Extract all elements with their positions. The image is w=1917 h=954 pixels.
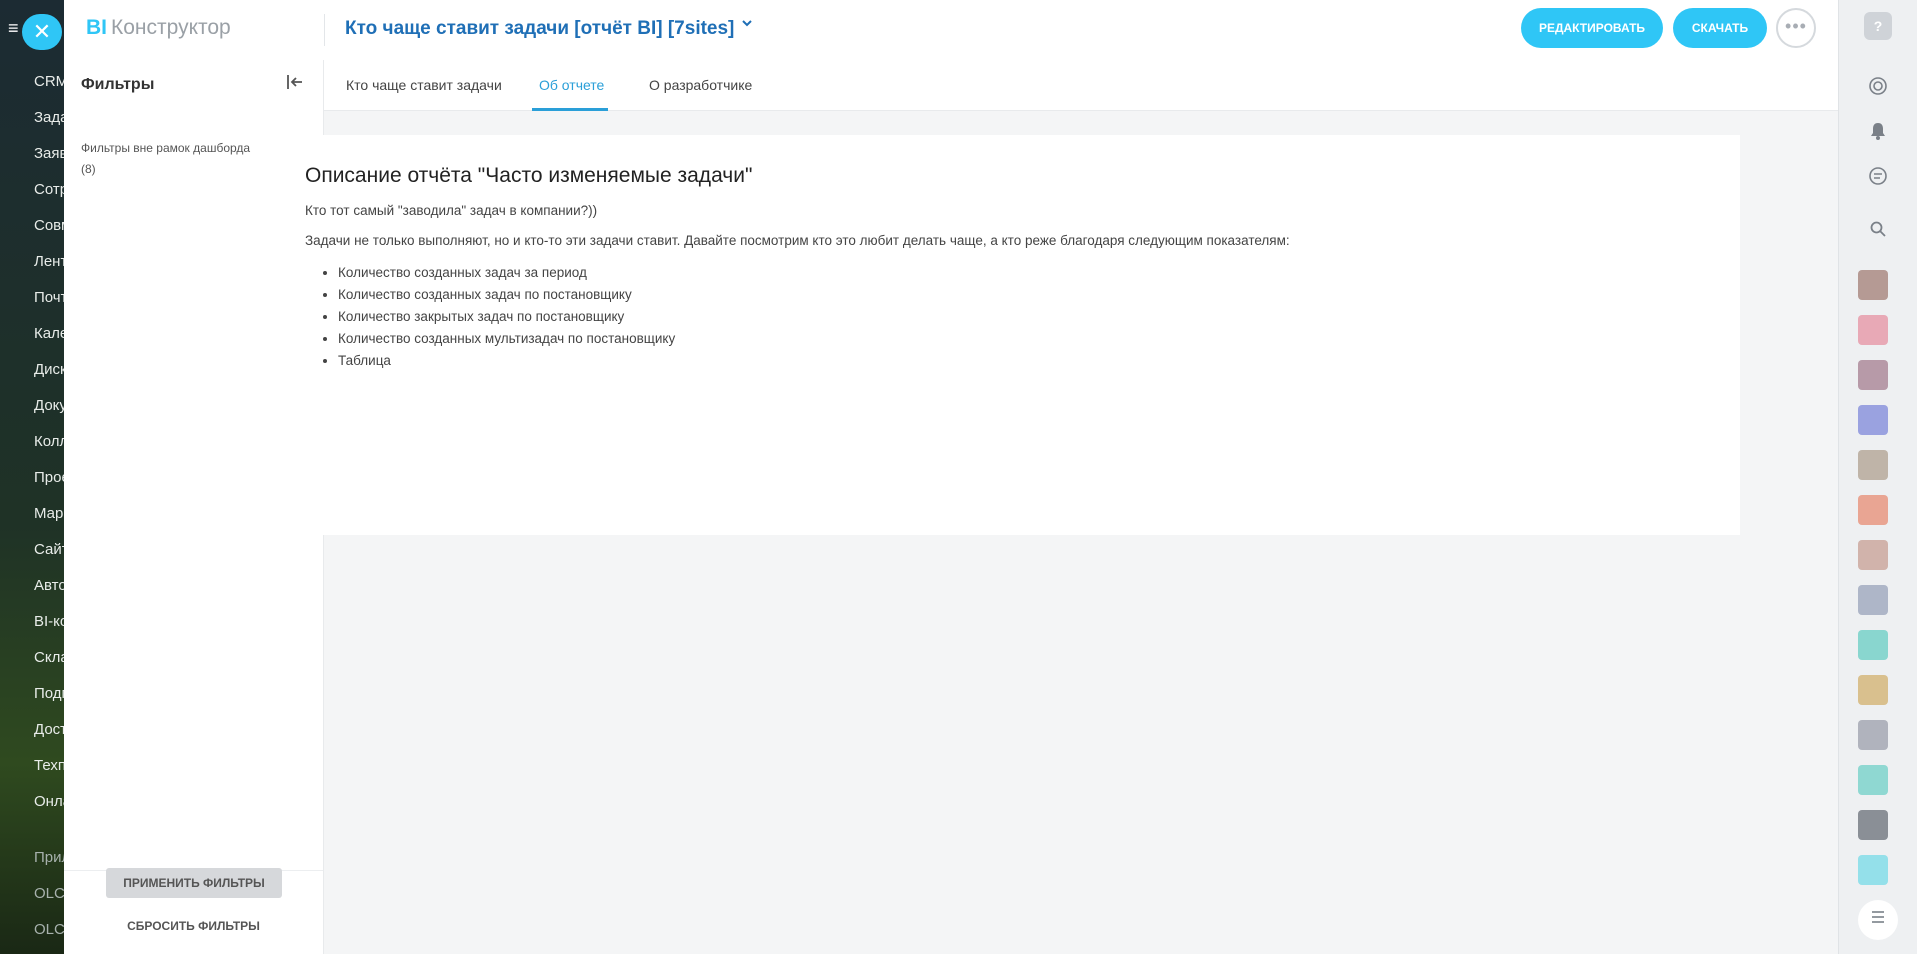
- avatar[interactable]: [1858, 720, 1888, 750]
- logo-bi: BI: [86, 16, 107, 39]
- avatar[interactable]: [1858, 855, 1888, 885]
- background-nav-item[interactable]: OLCRM: [34, 876, 64, 912]
- report-description-card: Описание отчёта "Часто изменяемые задачи…: [292, 135, 1740, 535]
- background-nav-item[interactable]: Совместная: [34, 208, 64, 244]
- apply-filters-button[interactable]: ПРИМЕНИТЬ ФИЛЬТРЫ: [106, 868, 282, 898]
- filter-group-label: Фильтры вне рамок дашборда: [81, 141, 251, 155]
- background-nav-item[interactable]: Календарь: [34, 316, 64, 352]
- background-nav-item[interactable]: Подписка: [34, 676, 64, 712]
- tab-about-developer[interactable]: О разработчике: [649, 77, 752, 93]
- list-item: Количество созданных задач по постановщи…: [338, 284, 675, 306]
- filter-group-outside-dashboard[interactable]: Фильтры вне рамок дашборда (8): [81, 138, 271, 180]
- avatar[interactable]: [1858, 495, 1888, 525]
- background-nav-item[interactable]: Почта: [34, 280, 64, 316]
- report-intro-text: Кто тот самый "заводила" задач в компани…: [305, 203, 598, 218]
- bi-constructor-logo: BI Конструктор: [86, 16, 231, 40]
- tab-about-report[interactable]: Об отчете: [539, 77, 604, 93]
- background-nav-item[interactable]: Заявки: [34, 136, 64, 172]
- background-nav-item[interactable]: Диск: [34, 352, 64, 388]
- tab-who-sets-tasks[interactable]: Кто чаще ставит задачи: [346, 77, 502, 93]
- background-nav-item[interactable]: BI-конструктор: [34, 604, 64, 640]
- right-bar: ?: [1838, 0, 1917, 954]
- search-icon[interactable]: [1863, 219, 1893, 249]
- header-divider: [324, 14, 325, 46]
- background-nav-item[interactable]: Приложения: [34, 840, 64, 876]
- background-nav-item[interactable]: Онлайн: [34, 784, 64, 820]
- background-nav-item[interactable]: Сотрудники: [34, 172, 64, 208]
- help-icon[interactable]: ?: [1864, 12, 1892, 40]
- chat-icon[interactable]: [1863, 166, 1893, 196]
- indicator-list: Количество созданных задач за период Кол…: [338, 262, 675, 372]
- filters-footer: ПРИМЕНИТЬ ФИЛЬТРЫ СБРОСИТЬ ФИЛЬТРЫ: [64, 868, 323, 954]
- background-nav-item[interactable]: Склад: [34, 640, 64, 676]
- avatar[interactable]: [1858, 675, 1888, 705]
- background-nav-item[interactable]: Лента: [34, 244, 64, 280]
- avatar[interactable]: [1858, 540, 1888, 570]
- menu-burger-icon[interactable]: ≡: [8, 18, 19, 39]
- copilot-icon[interactable]: [1863, 76, 1893, 106]
- report-description-heading: Описание отчёта "Часто изменяемые задачи…: [305, 164, 753, 187]
- avatar[interactable]: [1858, 585, 1888, 615]
- avatar[interactable]: [1858, 450, 1888, 480]
- active-tab-indicator: [532, 108, 608, 111]
- report-description-text: Задачи не только выполняют, но и кто-то …: [305, 233, 1290, 248]
- report-tabs: Кто чаще ставит задачи Об отчете О разра…: [324, 60, 1838, 111]
- background-nav-item[interactable]: Сайты: [34, 532, 64, 568]
- background-nav: ≡ CRMЗадачиЗаявкиСотрудникиСовместнаяЛен…: [0, 0, 70, 954]
- more-button[interactable]: •••: [1776, 8, 1816, 48]
- report-title[interactable]: Кто чаще ставит задачи [отчёт BI] [7site…: [345, 18, 734, 40]
- list-item: Количество созданных задач за период: [338, 262, 675, 284]
- avatar[interactable]: [1858, 810, 1888, 840]
- list-item: Количество закрытых задач по постановщик…: [338, 306, 675, 328]
- avatar[interactable]: [1858, 360, 1888, 390]
- filter-group-count: (8): [81, 162, 96, 176]
- reset-filters-button[interactable]: СБРОСИТЬ ФИЛЬТРЫ: [64, 919, 323, 933]
- collapse-sidebar-icon[interactable]: [285, 72, 305, 97]
- background-nav-item[interactable]: CRM: [34, 64, 64, 100]
- avatar[interactable]: [1858, 315, 1888, 345]
- list-item: Таблица: [338, 350, 675, 372]
- background-nav-item[interactable]: OLCRM: [34, 912, 64, 948]
- list-icon[interactable]: [1858, 900, 1898, 940]
- background-nav-item[interactable]: Техподдержка: [34, 748, 64, 784]
- list-item: Количество созданных мультизадач по пост…: [338, 328, 675, 350]
- close-slider-button[interactable]: ✕: [22, 14, 62, 50]
- background-nav-item[interactable]: Автоматизация: [34, 568, 64, 604]
- chevron-down-icon[interactable]: [740, 16, 754, 35]
- filters-sidebar: Фильтры Фильтры вне рамок дашборда (8) П…: [64, 60, 324, 954]
- background-nav-item[interactable]: Маркетинг: [34, 496, 64, 532]
- background-nav-item[interactable]: Проекты: [34, 460, 64, 496]
- bell-icon[interactable]: [1863, 121, 1893, 151]
- background-nav-item[interactable]: Коллаборации: [34, 424, 64, 460]
- background-nav-item[interactable]: Доступы: [34, 712, 64, 748]
- edit-button[interactable]: РЕДАКТИРОВАТЬ: [1521, 8, 1663, 48]
- avatar[interactable]: [1858, 765, 1888, 795]
- filters-title: Фильтры: [81, 76, 155, 93]
- avatar[interactable]: [1858, 405, 1888, 435]
- download-button[interactable]: СКАЧАТЬ: [1673, 8, 1767, 48]
- avatar[interactable]: [1858, 630, 1888, 660]
- top-bar: BI Конструктор Кто чаще ставит задачи [от…: [64, 0, 1838, 60]
- avatar[interactable]: [1858, 270, 1888, 300]
- logo-text: Конструктор: [111, 16, 231, 39]
- background-nav-item[interactable]: Задачи: [34, 100, 64, 136]
- background-nav-item[interactable]: Документы: [34, 388, 64, 424]
